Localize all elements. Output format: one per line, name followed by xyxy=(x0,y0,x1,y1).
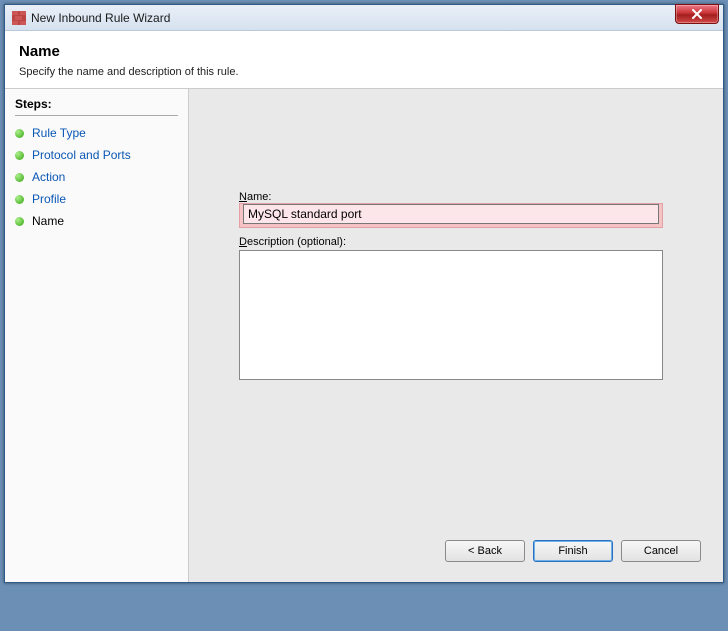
name-highlight xyxy=(239,203,663,228)
description-input[interactable] xyxy=(239,250,663,380)
steps-heading: Steps: xyxy=(15,97,178,116)
firewall-icon xyxy=(11,10,27,26)
step-name[interactable]: Name xyxy=(15,210,178,232)
step-label: Protocol and Ports xyxy=(32,148,131,162)
step-label: Name xyxy=(32,214,64,228)
step-protocol-and-ports[interactable]: Protocol and Ports xyxy=(15,144,178,166)
window-title: New Inbound Rule Wizard xyxy=(31,11,170,25)
titlebar: New Inbound Rule Wizard xyxy=(5,5,723,31)
main-panel: Name: Description (optional): < Back Fin… xyxy=(189,89,723,582)
name-label: Name: xyxy=(239,191,271,203)
step-rule-type[interactable]: Rule Type xyxy=(15,122,178,144)
bullet-icon xyxy=(15,195,24,204)
step-label: Profile xyxy=(32,192,66,206)
page-subtitle: Specify the name and description of this… xyxy=(19,66,709,78)
back-button[interactable]: < Back xyxy=(445,540,525,562)
step-action[interactable]: Action xyxy=(15,166,178,188)
description-label: Description (optional): xyxy=(239,236,346,248)
header: Name Specify the name and description of… xyxy=(5,31,723,89)
step-profile[interactable]: Profile xyxy=(15,188,178,210)
page-title: Name xyxy=(19,43,709,60)
step-label: Action xyxy=(32,170,65,184)
bullet-icon xyxy=(15,151,24,160)
bullet-icon xyxy=(15,173,24,182)
sidebar: Steps: Rule Type Protocol and Ports Acti… xyxy=(5,89,189,582)
bullet-icon xyxy=(15,129,24,138)
step-label: Rule Type xyxy=(32,126,86,140)
cancel-button[interactable]: Cancel xyxy=(621,540,701,562)
name-input[interactable] xyxy=(243,204,659,224)
bullet-icon xyxy=(15,217,24,226)
finish-button[interactable]: Finish xyxy=(533,540,613,562)
close-button[interactable] xyxy=(675,4,719,24)
